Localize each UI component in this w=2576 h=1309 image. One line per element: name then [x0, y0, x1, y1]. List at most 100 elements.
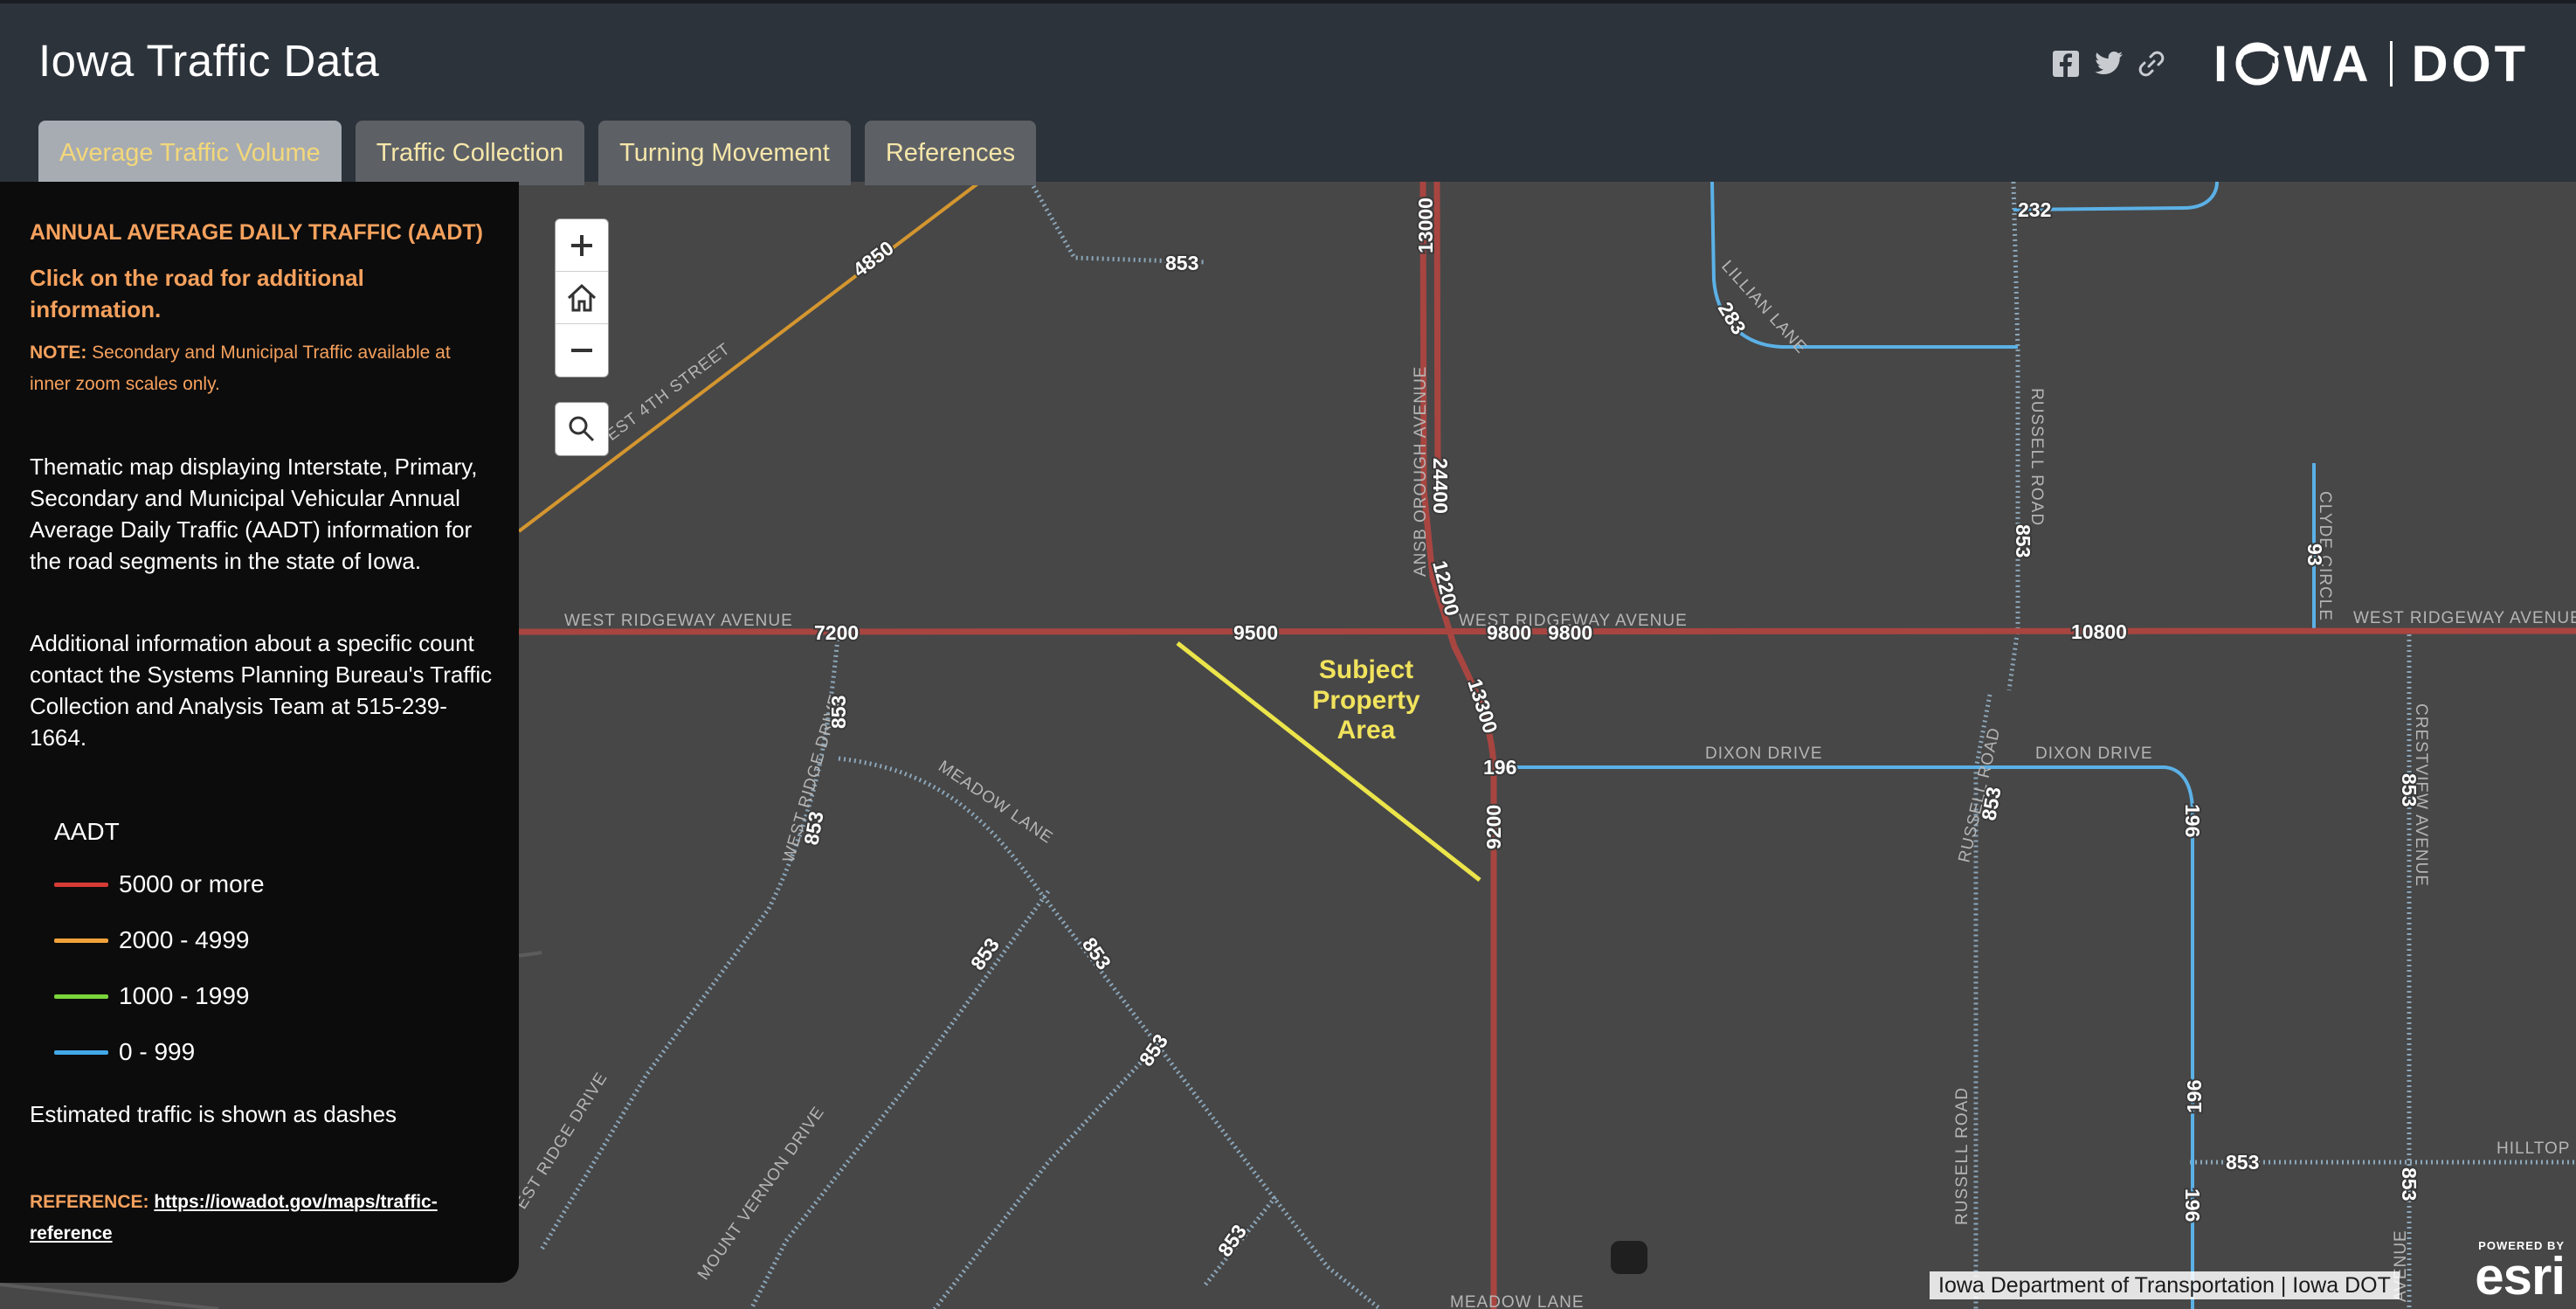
street-label-west-ridge-2: EST RIDGE DRIVE [512, 1070, 611, 1213]
zoom-control [555, 218, 609, 377]
panel-heading: ANNUAL AVERAGE DAILY TRAFFIC (AADT) [30, 220, 483, 245]
tab-turning-movement[interactable]: Turning Movement [598, 121, 851, 185]
zoom-out-button[interactable] [556, 324, 608, 377]
twitter-icon[interactable] [2093, 49, 2124, 79]
panel-click-instruction: Click on the road for additional informa… [30, 265, 364, 322]
road-ansborough-ave [1419, 182, 1497, 1309]
street-label-w-ridgeway-1: WEST RIDGEWAY AVENUE [564, 612, 793, 630]
reference-label: REFERENCE: [30, 1192, 149, 1212]
volume-label-853-ml1: 853 [966, 934, 1004, 974]
subject-label-line2: Property [1312, 686, 1420, 715]
link-icon[interactable] [2137, 49, 2166, 79]
map-search-button[interactable] [555, 402, 609, 456]
note-text: Secondary and Municipal Traffic availabl… [30, 343, 451, 394]
note-label: NOTE: [30, 343, 87, 363]
volume-label-9500: 9500 [1233, 621, 1278, 644]
street-label-russell-1: RUSSELL ROAD [2027, 388, 2046, 526]
esri-wordmark: esri [2475, 1247, 2566, 1306]
street-labels: WEST RIDGEWAY AVENUE WEST RIDGEWAY AVENU… [512, 257, 2576, 1309]
search-icon [569, 416, 595, 442]
home-icon [567, 283, 597, 311]
estimated-streets [539, 182, 2576, 1309]
tab-references[interactable]: References [864, 121, 1037, 185]
legend-title: AADT [54, 818, 120, 845]
volume-label-853-wr: 853 [827, 696, 850, 729]
legend-item-5000: 5000 or more [54, 870, 265, 898]
facebook-icon[interactable] [2051, 49, 2081, 79]
volume-label-853-hill: 853 [2226, 1151, 2259, 1174]
volume-label-196-d: 196 [2181, 1188, 2204, 1222]
volume-label-13300: 13300 [1463, 676, 1502, 737]
tab-bar: Average Traffic Volume Traffic Collectio… [38, 121, 1037, 185]
volume-label-853-russell-top: 853 [2012, 524, 2034, 558]
volume-label-853-top: 853 [1165, 252, 1198, 274]
volume-label-853-russell: 853 [1977, 786, 2005, 822]
legend-item-1000: 1000 - 1999 [54, 982, 249, 1010]
street-label-w-ridgeway-3: WEST RIDGEWAY AVENUE [2353, 609, 2576, 627]
app-header: Iowa Traffic Data I WA DOT Average Traff… [0, 0, 2576, 185]
road-ansborough-ave-2 [1433, 182, 1441, 490]
volume-label-853-wr2: 853 [799, 810, 827, 847]
street-label-4th: EST 4TH STREET [603, 340, 734, 445]
road-dixon-drive [1495, 765, 2194, 1309]
brand-wa: WA [2283, 35, 2372, 93]
street-label-russell-3: RUSSELL ROAD [1953, 1087, 1972, 1225]
low-volume-streets [1495, 182, 2316, 1309]
volume-label-24400: 24400 [1429, 458, 1452, 514]
legend-item-2000: 2000 - 4999 [54, 926, 249, 954]
road-west-upper [1028, 182, 1206, 265]
road-lillian-lane [1710, 182, 2018, 349]
home-button[interactable] [556, 272, 608, 324]
legend-label: 5000 or more [119, 870, 265, 897]
volume-label-13000: 13000 [1414, 197, 1437, 253]
tab-traffic-collection[interactable]: Traffic Collection [355, 121, 585, 185]
volume-label-853-ml2: 853 [1078, 933, 1115, 973]
road-russell-upper [2006, 182, 2020, 691]
street-label-hilltop: HILLTOP R [2497, 1139, 2576, 1158]
legend-label: 0 - 999 [119, 1038, 196, 1065]
map-attribution: Iowa Department of Transportation | Iowa… [1930, 1271, 2400, 1299]
volume-label-93: 93 [2303, 544, 2326, 566]
minus-icon [571, 349, 592, 352]
subject-label-line1: Subject [1319, 655, 1413, 684]
street-label-dixon-1: DIXON DRIVE [1705, 745, 1823, 763]
legend-swatch-orange [54, 938, 108, 943]
brand-i: I [2213, 35, 2232, 93]
iowa-o-icon [2235, 42, 2280, 86]
legend-label: 2000 - 4999 [119, 926, 250, 953]
legend-swatch-red [54, 882, 108, 887]
brand-dot: DOT [2411, 35, 2529, 93]
volume-label-7200: 7200 [814, 621, 859, 644]
tab-average-traffic-volume[interactable]: Average Traffic Volume [38, 121, 342, 185]
brand-divider [2389, 41, 2393, 87]
zoom-in-button[interactable] [556, 219, 608, 272]
street-label-dixon-2: DIXON DRIVE [2035, 745, 2153, 763]
panel-reference: REFERENCE: https://iowadot.gov/maps/traf… [30, 1187, 466, 1250]
volume-label-853-crest: 853 [2398, 773, 2421, 807]
road-mount-vernon [749, 890, 1051, 1309]
legend-item-0: 0 - 999 [54, 1038, 195, 1066]
esri-logo[interactable]: POWERED BY esri [2462, 1239, 2566, 1306]
volume-labels: 4850 853 13000 232 283 24400 12200 853 9… [798, 196, 2422, 1263]
map-marker[interactable] [1611, 1241, 1647, 1274]
volume-label-196-a: 196 [1483, 756, 1516, 779]
road-meadow-branch [933, 1038, 1164, 1309]
volume-label-9200: 9200 [1482, 805, 1505, 849]
volume-label-9800-a: 9800 [1487, 621, 1531, 644]
iowa-dot-logo: I WA DOT [2213, 33, 2529, 94]
panel-description: Thematic map displaying Interstate, Prim… [30, 454, 478, 574]
estimated-traffic-note: Estimated traffic is shown as dashes [30, 1101, 397, 1127]
road-meadow-lane [838, 756, 1382, 1309]
volume-label-853-ml4: 853 [1213, 1221, 1251, 1261]
legend-swatch-green [54, 994, 108, 999]
legend-swatch-blue [54, 1049, 108, 1055]
plus-icon [571, 234, 592, 256]
volume-label-9800-b: 9800 [1548, 621, 1592, 644]
street-label-mount-vernon: MOUNT VERNON DRIVE [694, 1103, 828, 1283]
volume-label-853-crest2: 853 [2398, 1167, 2421, 1201]
panel-note: NOTE: Secondary and Municipal Traffic av… [30, 337, 493, 400]
volume-label-232: 232 [2018, 198, 2051, 221]
app-title: Iowa Traffic Data [38, 36, 380, 86]
info-panel: ANNUAL AVERAGE DAILY TRAFFIC (AADT) Clic… [0, 182, 519, 1283]
volume-label-196-b: 196 [2181, 804, 2204, 837]
